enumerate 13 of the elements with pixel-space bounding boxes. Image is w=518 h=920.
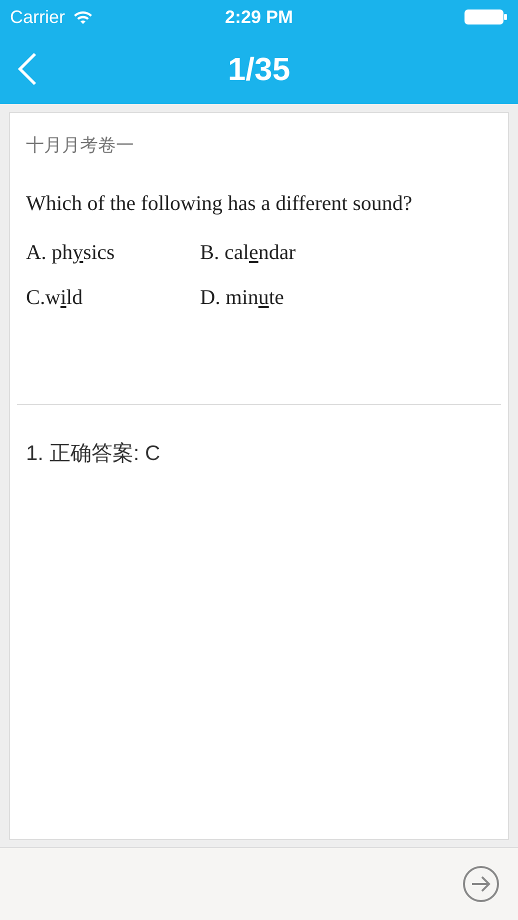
correct-answer: 1. 正确答案: C [25, 441, 162, 467]
answer-option: A. physics [26, 240, 200, 265]
page-counter: 1/35 [228, 50, 290, 88]
answer-option: B. calendar [200, 240, 492, 265]
wifi-icon [73, 10, 94, 24]
answer-option: C.wild [26, 285, 200, 310]
status-time: 2:29 PM [224, 6, 294, 28]
question-text: Which of the following has a different sound? [25, 191, 414, 216]
paper-title: 十月月考卷一 [25, 134, 135, 157]
carrier-label: Carrier [10, 6, 66, 28]
battery-icon [464, 9, 508, 25]
back-icon[interactable] [17, 52, 37, 86]
answer-option: D. minute [200, 285, 492, 310]
